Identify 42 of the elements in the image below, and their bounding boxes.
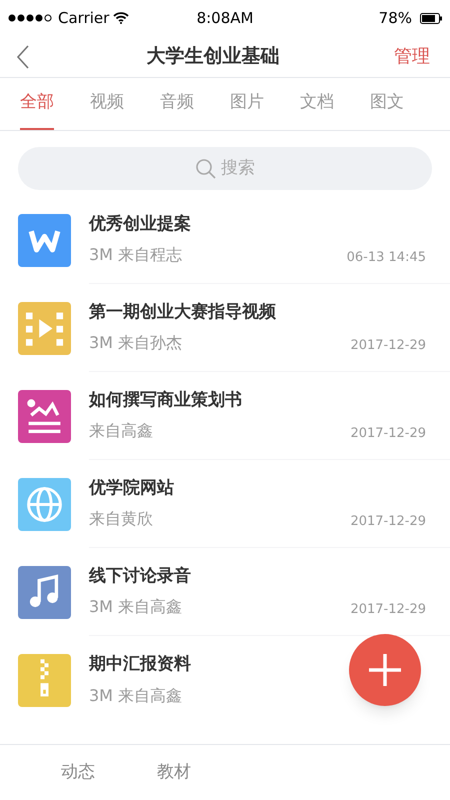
file-meta: 3M 来自高鑫 — [89, 684, 182, 707]
file-title: 如何撰写商业策划书 — [89, 388, 242, 412]
file-date: 2017-12-29 — [350, 600, 426, 619]
category-tab[interactable]: 图片 — [230, 78, 264, 130]
battery-icon — [420, 12, 442, 24]
search-field[interactable]: 搜索 — [18, 147, 432, 190]
plus-icon — [367, 652, 403, 688]
file-meta: 3M 来自孙杰 — [89, 332, 182, 354]
file-title: 优学院网站 — [89, 476, 174, 500]
image-file-icon — [18, 390, 71, 442]
category-tab[interactable]: 音频 — [160, 78, 194, 130]
category-tab[interactable]: 文档 — [300, 78, 334, 130]
file-title: 第一期创业大赛指导视频 — [89, 300, 276, 324]
bottom-tab[interactable]: 动态 — [61, 760, 95, 786]
file-date: 2017-12-29 — [350, 512, 426, 531]
file-title: 线下讨论录音 — [89, 564, 191, 588]
file-meta: 3M 来自程志 — [89, 244, 182, 266]
document-icon — [18, 214, 71, 266]
globe-icon — [18, 478, 71, 530]
zip-file-icon — [18, 654, 71, 706]
file-date: 2017-12-29 — [350, 336, 426, 355]
file-meta: 来自黄欣 — [89, 508, 153, 530]
music-note-icon — [18, 566, 71, 618]
video-file-icon — [18, 302, 71, 354]
bottom-tab[interactable]: 教材 — [157, 760, 191, 786]
file-title: 期中汇报资料 — [89, 653, 191, 676]
category-tab[interactable]: 视频 — [90, 78, 124, 130]
clock: 8:08AM — [196, 8, 254, 29]
file-date: 2017-12-29 — [350, 424, 426, 443]
page-title: 大学生创业基础 — [146, 44, 280, 70]
category-tab[interactable]: 全部 — [20, 78, 54, 130]
manage-button[interactable]: 管理 — [394, 43, 434, 70]
battery-percent: 78% — [378, 8, 412, 29]
file-date: 06-13 14:45 — [346, 248, 426, 267]
file-title: 优秀创业提案 — [89, 212, 191, 236]
category-tab[interactable]: 图文 — [370, 78, 404, 130]
search-icon — [195, 158, 217, 180]
carrier-label: Carrier — [58, 8, 110, 29]
file-meta: 来自高鑫 — [89, 420, 153, 442]
signal-icon — [8, 14, 54, 22]
file-meta: 3M 来自高鑫 — [89, 596, 182, 618]
wifi-icon — [113, 12, 130, 24]
